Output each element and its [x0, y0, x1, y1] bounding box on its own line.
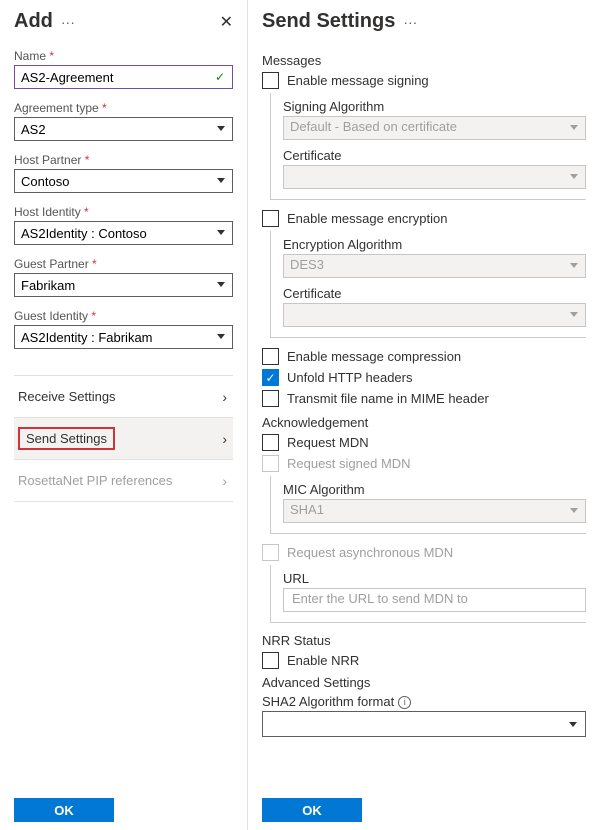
host-identity-label: Host Identity * — [14, 205, 233, 219]
encryption-algo-label: Encryption Algorithm — [283, 237, 586, 252]
signing-box: Signing Algorithm Default - Based on cer… — [270, 93, 586, 200]
sha2-format-select[interactable] — [262, 711, 586, 737]
more-icon[interactable]: ··· — [61, 14, 75, 30]
chevron-right-icon: › — [222, 473, 227, 489]
mic-algo-label: MIC Algorithm — [283, 482, 586, 497]
transmit-filename-label: Transmit file name in MIME header — [287, 391, 489, 406]
request-signed-mdn-label: Request signed MDN — [287, 456, 411, 471]
close-icon[interactable]: ✕ — [220, 12, 233, 32]
guest-identity-group: Guest Identity * — [14, 309, 233, 349]
chevron-right-icon: › — [222, 389, 227, 405]
request-async-mdn-row: Request asynchronous MDN — [262, 544, 586, 561]
signing-algo-label: Signing Algorithm — [283, 99, 586, 114]
enable-signing-checkbox[interactable] — [262, 72, 279, 89]
enable-compression-checkbox[interactable] — [262, 348, 279, 365]
more-icon[interactable]: ··· — [403, 14, 417, 30]
host-partner-label: Host Partner * — [14, 153, 233, 167]
nrr-section-label: NRR Status — [262, 633, 586, 648]
mic-algo-select: SHA1 — [283, 499, 586, 523]
enable-compression-label: Enable message compression — [287, 349, 461, 364]
send-settings-title: Send Settings — [262, 10, 395, 33]
enable-signing-row[interactable]: Enable message signing — [262, 72, 586, 89]
host-identity-group: Host Identity * — [14, 205, 233, 245]
guest-identity-select[interactable] — [14, 325, 233, 349]
guest-partner-select[interactable] — [14, 273, 233, 297]
ok-bar-right: OK — [262, 790, 586, 830]
request-async-mdn-label: Request asynchronous MDN — [287, 545, 453, 560]
enable-encryption-label: Enable message encryption — [287, 211, 447, 226]
guest-partner-label: Guest Partner * — [14, 257, 233, 271]
send-settings-header: Send Settings ··· — [262, 10, 586, 33]
nav-receive-settings[interactable]: Receive Settings › — [14, 376, 233, 418]
ok-button-left[interactable]: OK — [14, 798, 114, 822]
ok-button-right[interactable]: OK — [262, 798, 362, 822]
ack-section-label: Acknowledgement — [262, 415, 586, 430]
encryption-box: Encryption Algorithm DES3 Certificate — [270, 231, 586, 338]
nav-item-label: Receive Settings — [18, 389, 116, 404]
send-settings-body: Messages Enable message signing Signing … — [262, 49, 586, 790]
sha2-label-row: SHA2 Algorithm format i — [262, 694, 586, 709]
advanced-section-label: Advanced Settings — [262, 675, 586, 690]
request-async-mdn-checkbox — [262, 544, 279, 561]
add-header: Add ··· ✕ — [14, 10, 233, 33]
request-signed-mdn-checkbox — [262, 455, 279, 472]
guest-partner-group: Guest Partner * — [14, 257, 233, 297]
host-identity-select[interactable] — [14, 221, 233, 245]
name-label: Name * — [14, 49, 233, 63]
enable-nrr-label: Enable NRR — [287, 653, 359, 668]
transmit-filename-row[interactable]: Transmit file name in MIME header — [262, 390, 586, 407]
unfold-http-checkbox[interactable]: ✓ — [262, 369, 279, 386]
enable-encryption-row[interactable]: Enable message encryption — [262, 210, 586, 227]
ok-bar-left: OK — [14, 790, 233, 830]
enable-nrr-checkbox[interactable] — [262, 652, 279, 669]
agreement-type-label: Agreement type * — [14, 101, 233, 115]
add-title: Add — [14, 10, 53, 33]
sha2-label: SHA2 Algorithm format — [262, 694, 394, 709]
request-mdn-checkbox[interactable] — [262, 434, 279, 451]
url-box: URL Enter the URL to send MDN to — [270, 565, 586, 623]
enable-compression-row[interactable]: Enable message compression — [262, 348, 586, 365]
nav-section: Receive Settings › Send Settings › Roset… — [14, 375, 233, 502]
messages-section-label: Messages — [262, 53, 586, 68]
transmit-filename-checkbox[interactable] — [262, 390, 279, 407]
request-signed-mdn-row: Request signed MDN — [262, 455, 586, 472]
request-mdn-row[interactable]: Request MDN — [262, 434, 586, 451]
signing-cert-select — [283, 165, 586, 189]
send-settings-panel: Send Settings ··· Messages Enable messag… — [248, 0, 600, 830]
unfold-http-label: Unfold HTTP headers — [287, 370, 413, 385]
name-input[interactable] — [14, 65, 233, 89]
nav-send-settings[interactable]: Send Settings › — [14, 418, 233, 460]
nav-rosettanet: RosettaNet PIP references › — [14, 460, 233, 502]
enable-encryption-checkbox[interactable] — [262, 210, 279, 227]
signing-algo-select: Default - Based on certificate — [283, 116, 586, 140]
url-input: Enter the URL to send MDN to — [283, 588, 586, 612]
request-mdn-label: Request MDN — [287, 435, 369, 450]
mic-box: MIC Algorithm SHA1 — [270, 476, 586, 534]
agreement-type-select[interactable] — [14, 117, 233, 141]
host-partner-group: Host Partner * — [14, 153, 233, 193]
enable-signing-label: Enable message signing — [287, 73, 429, 88]
name-field-group: Name * ✓ — [14, 49, 233, 89]
info-icon[interactable]: i — [398, 696, 411, 709]
agreement-type-group: Agreement type * — [14, 101, 233, 141]
encryption-cert-select — [283, 303, 586, 327]
url-label: URL — [283, 571, 586, 586]
host-partner-select[interactable] — [14, 169, 233, 193]
encryption-algo-select: DES3 — [283, 254, 586, 278]
nav-item-label: RosettaNet PIP references — [18, 473, 172, 488]
encryption-cert-label: Certificate — [283, 286, 586, 301]
guest-identity-label: Guest Identity * — [14, 309, 233, 323]
nav-item-label: Send Settings — [18, 427, 115, 450]
enable-nrr-row[interactable]: Enable NRR — [262, 652, 586, 669]
unfold-http-row[interactable]: ✓ Unfold HTTP headers — [262, 369, 586, 386]
signing-cert-label: Certificate — [283, 148, 586, 163]
chevron-right-icon: › — [222, 431, 227, 447]
add-panel: Add ··· ✕ Name * ✓ Agreement type * Host… — [0, 0, 248, 830]
